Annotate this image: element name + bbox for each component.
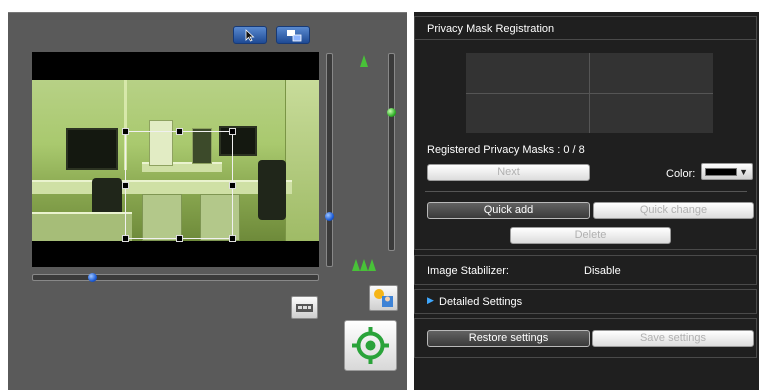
- resize-handle[interactable]: [176, 235, 183, 242]
- resize-handle[interactable]: [229, 182, 236, 189]
- color-label: Color:: [666, 168, 696, 180]
- auto-adjust-icon: [374, 289, 393, 307]
- triangle-right-icon: ▶: [427, 295, 434, 305]
- privacy-mask-section: Privacy Mask Registration Registered Pri…: [414, 16, 757, 250]
- target-icon: [352, 327, 389, 364]
- select-tool-button[interactable]: [233, 26, 267, 44]
- quick-change-button[interactable]: Quick change: [593, 202, 754, 219]
- settings-panel: Privacy Mask Registration Registered Pri…: [414, 12, 759, 390]
- image-stabilizer-label: Image Stabilizer:: [427, 265, 509, 277]
- resize-window-icon: [287, 30, 302, 42]
- registered-masks-count: Registered Privacy Masks : 0 / 8: [427, 144, 585, 156]
- color-swatch: [705, 168, 737, 176]
- image-stabilizer-value: Disable: [584, 265, 621, 277]
- quick-add-button[interactable]: Quick add: [427, 202, 590, 219]
- detailed-settings-label[interactable]: Detailed Settings: [439, 296, 522, 308]
- cursor-icon: [245, 29, 255, 42]
- auto-adjust-button[interactable]: [369, 285, 398, 311]
- pan-slider[interactable]: [32, 273, 319, 282]
- tree-single-icon: [360, 55, 368, 67]
- tilt-slider[interactable]: [325, 53, 334, 267]
- target-button[interactable]: [344, 320, 397, 371]
- tilt-slider-knob[interactable]: [325, 212, 334, 221]
- image-stabilizer-section: Image Stabilizer: Disable: [414, 255, 757, 285]
- camera-video-frame[interactable]: [32, 52, 319, 267]
- display-icon: [296, 304, 313, 312]
- resize-handle[interactable]: [122, 182, 129, 189]
- pan-slider-knob[interactable]: [88, 273, 97, 282]
- save-settings-button[interactable]: Save settings: [592, 330, 754, 347]
- privacy-mask-grid[interactable]: [466, 53, 713, 133]
- camera-view-panel: [8, 12, 407, 390]
- resize-handle[interactable]: [122, 128, 129, 135]
- color-select[interactable]: ▼: [701, 163, 753, 180]
- settings-actions-section: Restore settings Save settings: [414, 318, 757, 358]
- dropdown-arrow-icon: ▼: [739, 167, 748, 177]
- privacy-mask-selection[interactable]: [122, 128, 236, 242]
- next-button[interactable]: Next: [427, 164, 590, 181]
- section-title: Privacy Mask Registration: [427, 23, 555, 35]
- tree-triple-icon: [352, 259, 378, 271]
- display-button[interactable]: [291, 296, 318, 319]
- restore-settings-button[interactable]: Restore settings: [427, 330, 590, 347]
- resize-handle[interactable]: [122, 235, 129, 242]
- zoom-slider-knob[interactable]: [387, 108, 396, 117]
- resize-handle[interactable]: [229, 235, 236, 242]
- resize-window-button[interactable]: [276, 26, 310, 44]
- detailed-settings-section[interactable]: ▶ Detailed Settings: [414, 289, 757, 314]
- zoom-slider[interactable]: [387, 53, 396, 251]
- delete-button[interactable]: Delete: [510, 227, 671, 244]
- resize-handle[interactable]: [229, 128, 236, 135]
- resize-handle[interactable]: [176, 128, 183, 135]
